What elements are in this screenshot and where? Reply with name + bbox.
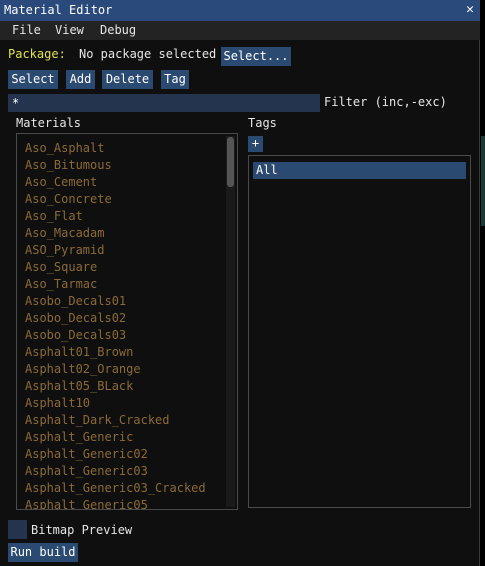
list-item[interactable]: Aso_Bitumous xyxy=(25,158,112,172)
title-bar[interactable]: Material Editor ✕ xyxy=(0,0,480,21)
add-button[interactable]: Add xyxy=(66,70,95,89)
package-select-button[interactable]: Select... xyxy=(221,47,291,66)
list-item[interactable]: Asphalt10 xyxy=(25,396,90,410)
list-item[interactable]: Aso_Square xyxy=(25,260,97,274)
filter-input[interactable]: * xyxy=(8,94,320,112)
menu-view[interactable]: View xyxy=(55,23,84,37)
tags-header: Tags xyxy=(248,116,277,130)
materials-scrollbar[interactable] xyxy=(226,136,235,507)
list-item[interactable]: Aso_Flat xyxy=(25,209,83,223)
list-item[interactable]: Asobo_Decals02 xyxy=(25,311,126,325)
list-item[interactable]: Asphalt05_BLack xyxy=(25,379,133,393)
window-title: Material Editor xyxy=(4,3,113,17)
material-editor-window: Material Editor ✕ File View Debug Packag… xyxy=(0,0,480,566)
list-item[interactable]: Aso_Asphalt xyxy=(25,141,104,155)
add-tag-button[interactable]: + xyxy=(248,136,263,152)
list-item[interactable]: Aso_Cement xyxy=(25,175,97,189)
menu-bar: File View Debug xyxy=(0,21,480,40)
list-item[interactable]: Asphalt02_Orange xyxy=(25,362,141,376)
menu-debug[interactable]: Debug xyxy=(100,23,136,37)
run-build-button[interactable]: Run build xyxy=(8,543,78,562)
tag-button[interactable]: Tag xyxy=(161,70,189,89)
package-label: Package: xyxy=(8,47,66,61)
filter-label: Filter (inc,-exc) xyxy=(324,95,447,109)
materials-list[interactable]: Aso_Asphalt Aso_Bitumous Aso_Cement Aso_… xyxy=(16,133,238,510)
list-item[interactable]: Asobo_Decals03 xyxy=(25,328,126,342)
list-item[interactable]: Asphalt_Dark_Cracked xyxy=(25,413,170,427)
background-strip xyxy=(480,0,485,566)
bitmap-preview-checkbox[interactable] xyxy=(8,520,27,539)
delete-button[interactable]: Delete xyxy=(102,70,153,89)
close-icon[interactable]: ✕ xyxy=(466,2,474,17)
tag-item-all[interactable]: All xyxy=(253,162,466,179)
materials-header: Materials xyxy=(16,116,82,130)
list-item[interactable]: Aso_Tarmac xyxy=(25,277,97,291)
menu-file[interactable]: File xyxy=(12,23,41,37)
tags-list[interactable]: All xyxy=(248,155,471,508)
list-item[interactable]: Aso_Concrete xyxy=(25,192,112,206)
list-item[interactable]: Asphalt_Generic02 xyxy=(25,447,148,461)
scrollbar-thumb[interactable] xyxy=(227,137,234,187)
list-item[interactable]: Asphalt_Generic03_Cracked xyxy=(25,481,206,495)
list-item[interactable]: Aso_Macadam xyxy=(25,226,104,240)
list-item[interactable]: ASO_Pyramid xyxy=(25,243,104,257)
background-fragment xyxy=(481,136,485,226)
list-item[interactable]: Asphalt_Generic xyxy=(25,430,133,444)
package-value: No package selected xyxy=(79,47,217,61)
select-button[interactable]: Select xyxy=(8,70,58,89)
list-item[interactable]: Asphalt01_Brown xyxy=(25,345,133,359)
list-item[interactable]: Asphalt_Generic05 xyxy=(25,498,148,509)
list-item[interactable]: Asphalt_Generic03 xyxy=(25,464,148,478)
list-item[interactable]: Asobo_Decals01 xyxy=(25,294,126,308)
bitmap-preview-label: Bitmap Preview xyxy=(31,523,133,537)
